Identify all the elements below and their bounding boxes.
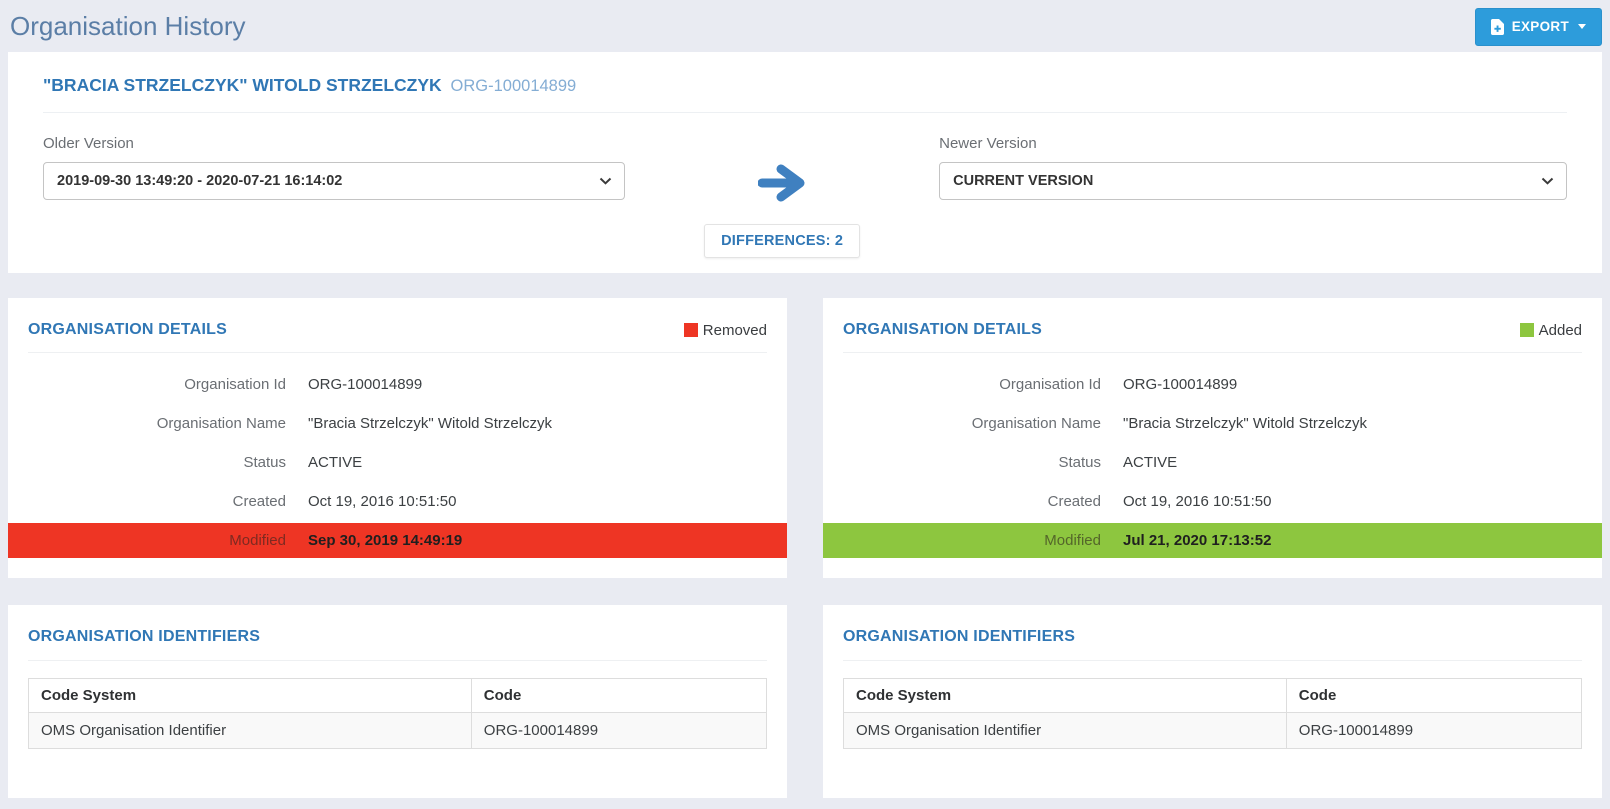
details-panel-removed: ORGANISATION DETAILS Removed Organisatio…	[8, 298, 787, 578]
detail-label: Modified	[843, 532, 1101, 549]
column-header-code: Code	[1286, 679, 1581, 713]
detail-row: Created Oct 19, 2016 10:51:50	[823, 482, 1602, 521]
added-legend: Added	[1520, 322, 1582, 339]
column-header-code-system: Code System	[844, 679, 1287, 713]
detail-row: Organisation Name "Bracia Strzelczyk" Wi…	[823, 404, 1602, 443]
export-button-label: EXPORT	[1512, 19, 1569, 34]
detail-label: Created	[843, 493, 1101, 510]
older-version-field: Older Version 2019-09-30 13:49:20 - 2020…	[43, 135, 625, 258]
caret-down-icon	[1578, 24, 1586, 29]
detail-row: Organisation Id ORG-100014899	[8, 365, 787, 404]
detail-value: Oct 19, 2016 10:51:50	[1123, 493, 1271, 510]
export-file-icon	[1491, 19, 1504, 35]
compare-middle-column: DIFFERENCES: 2	[625, 135, 939, 258]
removed-color-swatch	[684, 323, 698, 337]
organisation-heading: "BRACIA STRZELCZYK" WITOLD STRZELCZYK OR…	[43, 72, 1567, 96]
detail-value: "Bracia Strzelczyk" Witold Strzelczyk	[1123, 415, 1367, 432]
detail-row-removed-highlight: Modified Sep 30, 2019 14:49:19	[8, 523, 787, 558]
table-row: OMS Organisation Identifier ORG-10001489…	[844, 713, 1582, 749]
identifiers-panels-row: ORGANISATION IDENTIFIERS Code System Cod…	[8, 605, 1602, 798]
code-system-cell: OMS Organisation Identifier	[29, 713, 472, 749]
detail-value: Sep 30, 2019 14:49:19	[308, 532, 462, 549]
detail-row-added-highlight: Modified Jul 21, 2020 17:13:52	[823, 523, 1602, 558]
version-compare-form: Older Version 2019-09-30 13:49:20 - 2020…	[43, 113, 1567, 258]
detail-label: Modified	[28, 532, 286, 549]
column-header-code: Code	[471, 679, 766, 713]
identifiers-panel-title: ORGANISATION IDENTIFIERS	[28, 628, 260, 646]
compare-arrow-icon	[758, 164, 806, 202]
detail-row: Organisation Id ORG-100014899	[823, 365, 1602, 404]
detail-value: ACTIVE	[308, 454, 362, 471]
panel-divider	[28, 660, 767, 661]
identifiers-table: Code System Code OMS Organisation Identi…	[843, 678, 1582, 749]
identifiers-panel-newer: ORGANISATION IDENTIFIERS Code System Cod…	[823, 605, 1602, 798]
table-row: OMS Organisation Identifier ORG-10001489…	[29, 713, 767, 749]
details-panel-added: ORGANISATION DETAILS Added Organisation …	[823, 298, 1602, 578]
detail-row: Organisation Name "Bracia Strzelczyk" Wi…	[8, 404, 787, 443]
detail-value: Oct 19, 2016 10:51:50	[308, 493, 456, 510]
removed-legend-label: Removed	[703, 322, 767, 339]
detail-row: Status ACTIVE	[8, 443, 787, 482]
identifiers-table: Code System Code OMS Organisation Identi…	[28, 678, 767, 749]
version-compare-card: "BRACIA STRZELCZYK" WITOLD STRZELCZYK OR…	[8, 52, 1602, 273]
detail-value: Jul 21, 2020 17:13:52	[1123, 532, 1271, 549]
differences-badge[interactable]: DIFFERENCES: 2	[704, 224, 860, 258]
detail-label: Organisation Name	[28, 415, 286, 432]
details-panel-title: ORGANISATION DETAILS	[28, 321, 227, 339]
detail-value: ORG-100014899	[1123, 376, 1237, 393]
top-bar: Organisation History EXPORT	[0, 0, 1610, 52]
older-version-label: Older Version	[43, 135, 625, 152]
column-header-code-system: Code System	[29, 679, 472, 713]
detail-label: Status	[28, 454, 286, 471]
organisation-name: "BRACIA STRZELCZYK" WITOLD STRZELCZYK	[43, 75, 442, 95]
panel-divider	[28, 352, 767, 353]
code-cell: ORG-100014899	[1286, 713, 1581, 749]
detail-row: Created Oct 19, 2016 10:51:50	[8, 482, 787, 521]
added-color-swatch	[1520, 323, 1534, 337]
identifiers-panel-title: ORGANISATION IDENTIFIERS	[843, 628, 1075, 646]
page-title: Organisation History	[10, 11, 246, 42]
detail-value: "Bracia Strzelczyk" Witold Strzelczyk	[308, 415, 552, 432]
code-cell: ORG-100014899	[471, 713, 766, 749]
newer-version-select[interactable]: CURRENT VERSION	[939, 162, 1567, 200]
panel-divider	[843, 660, 1582, 661]
newer-version-label: Newer Version	[939, 135, 1567, 152]
code-system-cell: OMS Organisation Identifier	[844, 713, 1287, 749]
detail-value: ORG-100014899	[308, 376, 422, 393]
details-panel-title: ORGANISATION DETAILS	[843, 321, 1042, 339]
detail-label: Status	[843, 454, 1101, 471]
identifiers-panel-older: ORGANISATION IDENTIFIERS Code System Cod…	[8, 605, 787, 798]
detail-row: Status ACTIVE	[823, 443, 1602, 482]
added-legend-label: Added	[1539, 322, 1582, 339]
panel-divider	[843, 352, 1582, 353]
newer-version-field: Newer Version CURRENT VERSION	[939, 135, 1567, 258]
older-version-select[interactable]: 2019-09-30 13:49:20 - 2020-07-21 16:14:0…	[43, 162, 625, 200]
removed-legend: Removed	[684, 322, 767, 339]
export-button[interactable]: EXPORT	[1475, 8, 1602, 46]
detail-label: Created	[28, 493, 286, 510]
detail-value: ACTIVE	[1123, 454, 1177, 471]
organisation-id: ORG-100014899	[451, 77, 577, 95]
details-panels-row: ORGANISATION DETAILS Removed Organisatio…	[8, 298, 1602, 578]
detail-label: Organisation Id	[843, 376, 1101, 393]
detail-label: Organisation Id	[28, 376, 286, 393]
detail-label: Organisation Name	[843, 415, 1101, 432]
